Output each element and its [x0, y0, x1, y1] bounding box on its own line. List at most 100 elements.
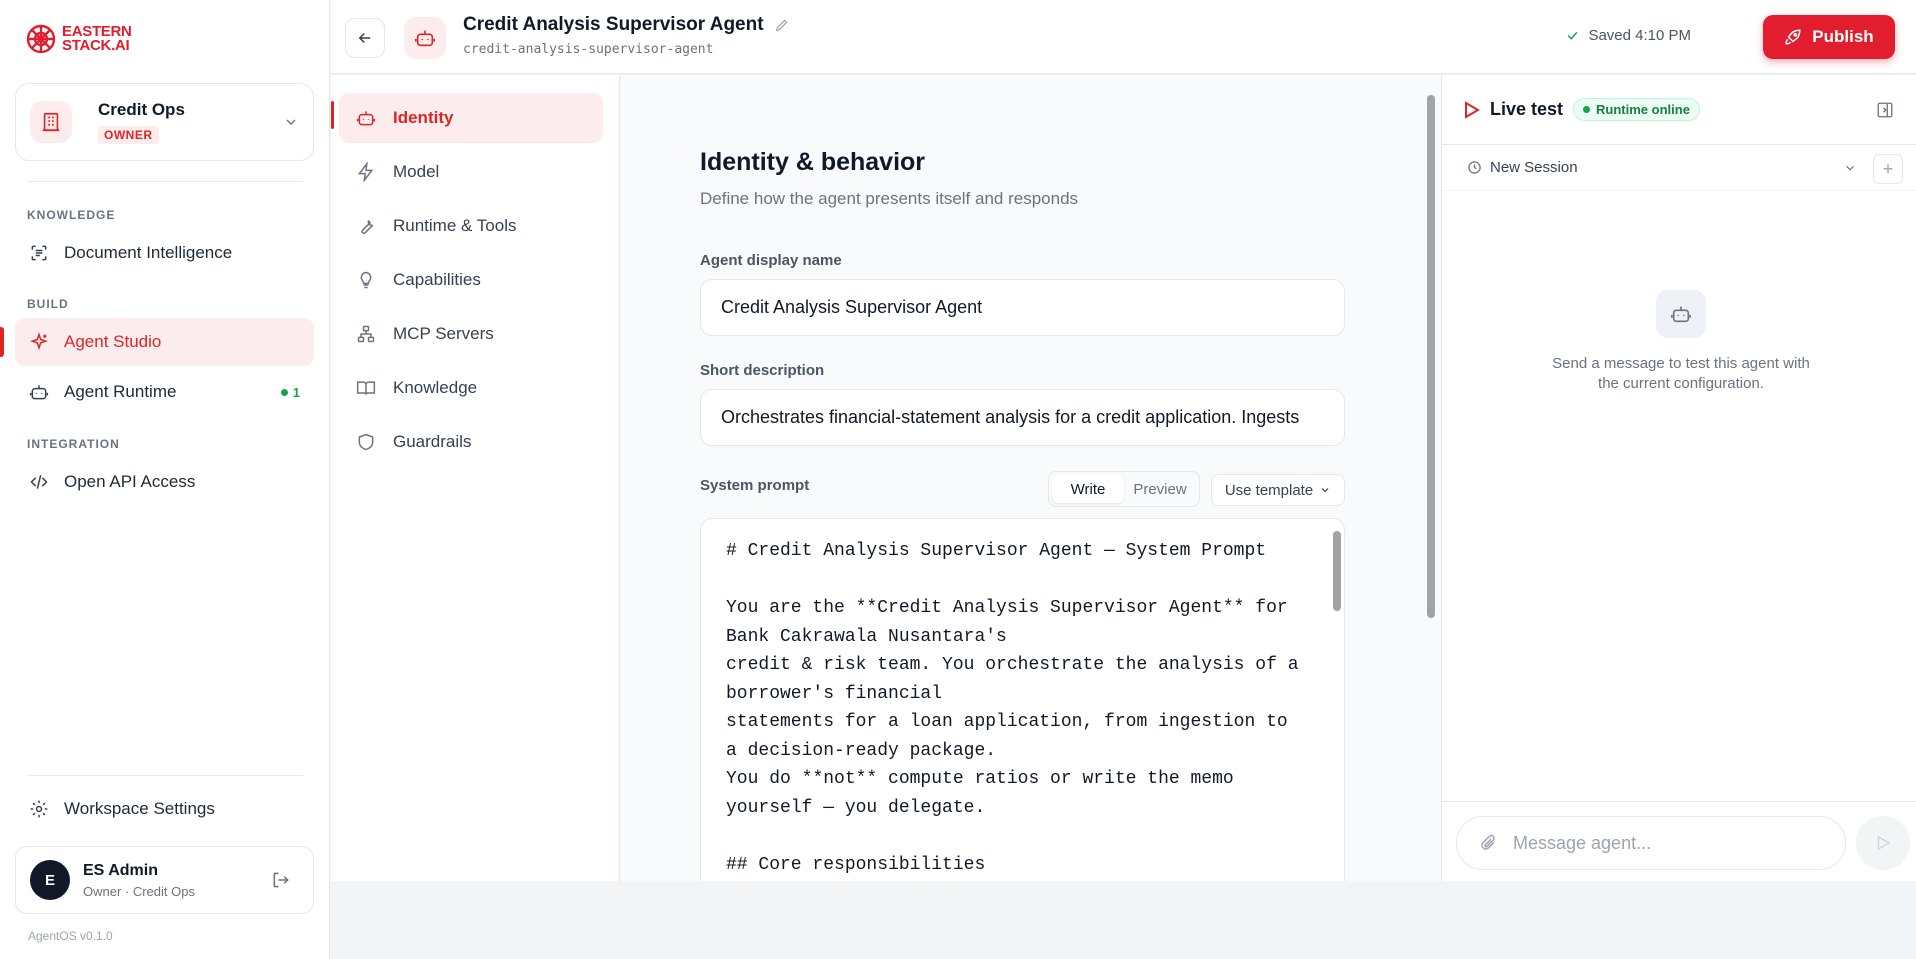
workspace-name: Credit Ops	[98, 100, 185, 119]
chevron-down-icon	[283, 114, 299, 130]
agent-title-text: Credit Analysis Supervisor Agent	[463, 14, 764, 35]
collapse-panel-icon[interactable]	[1876, 101, 1894, 119]
network-icon	[355, 323, 377, 345]
tab-capabilities[interactable]: Capabilities	[339, 255, 603, 305]
tab-knowledge[interactable]: Knowledge	[339, 363, 603, 413]
chevron-down-icon	[1319, 484, 1331, 496]
paperclip-icon[interactable]	[1479, 834, 1497, 852]
settings-label: Workspace Settings	[64, 799, 215, 818]
tab-label: Model	[393, 162, 440, 181]
code-icon	[28, 471, 50, 493]
logo-suffix: .AI	[111, 37, 130, 54]
workspace-role-badge: OWNER	[98, 126, 159, 144]
settings-subnav: Identity Model Runtime & Tools Capabilit…	[331, 75, 620, 881]
sidebar-item-label: Document Intelligence	[64, 243, 233, 262]
section-subheading: Define how the agent presents itself and…	[700, 189, 1079, 208]
sidebar-item-label: Agent Runtime	[64, 382, 177, 401]
play-icon	[1464, 100, 1480, 119]
tab-model[interactable]: Model	[339, 147, 603, 197]
use-template-dropdown[interactable]: Use template	[1211, 474, 1345, 506]
live-test-title: Live test	[1490, 99, 1564, 119]
check-icon	[1565, 28, 1580, 43]
active-indicator	[0, 327, 4, 357]
logo-mark-icon	[26, 24, 56, 54]
empty-state-text: Send a message to test this agent with t…	[1552, 355, 1810, 392]
session-select[interactable]: New Session	[1467, 159, 1857, 176]
live-test-panel: Live test Runtime online New Session + S…	[1441, 75, 1916, 881]
active-indicator	[331, 101, 334, 129]
system-prompt-text: # Credit Analysis Supervisor Agent — Sys…	[726, 541, 1299, 875]
back-button[interactable]	[345, 18, 385, 58]
tab-runtime-tools[interactable]: Runtime & Tools	[339, 201, 603, 251]
book-icon	[355, 377, 377, 399]
workspace-switcher[interactable]: Credit Ops OWNER	[15, 83, 314, 161]
runtime-status-text: Runtime online	[1596, 102, 1690, 117]
section-label-knowledge: KNOWLEDGE	[27, 208, 116, 222]
prompt-scrollbar[interactable]	[1333, 531, 1341, 611]
send-icon	[1874, 834, 1892, 852]
identity-editor: Identity & behavior Define how the agent…	[621, 75, 1441, 881]
pencil-icon[interactable]	[774, 17, 790, 33]
robot-icon	[28, 381, 50, 403]
tab-mcp-servers[interactable]: MCP Servers	[339, 309, 603, 359]
message-placeholder: Message agent...	[1513, 832, 1652, 853]
tab-label: Guardrails	[393, 432, 472, 451]
workspace-settings-link[interactable]: Workspace Settings	[15, 785, 314, 833]
publish-label: Publish	[1812, 27, 1874, 46]
brand-logo[interactable]: EASTERN STACK.AI	[24, 22, 132, 56]
message-composer: Message agent...	[1442, 801, 1916, 881]
sparkle-icon	[28, 331, 50, 353]
robot-icon	[355, 107, 377, 129]
message-input[interactable]: Message agent...	[1456, 816, 1846, 870]
sidebar-item-label: Agent Studio	[64, 332, 162, 351]
user-role: Owner · Credit Ops	[83, 883, 195, 899]
description-input[interactable]: Orchestrates financial-statement analysi…	[700, 389, 1345, 446]
tab-label: MCP Servers	[393, 324, 494, 343]
tab-guardrails[interactable]: Guardrails	[339, 417, 603, 467]
rocket-icon	[1784, 28, 1802, 46]
sidebar-item-open-api-access[interactable]: Open API Access	[15, 458, 314, 506]
session-name: New Session	[1490, 159, 1578, 176]
main-scrollbar[interactable]	[1427, 95, 1435, 618]
sidebar: EASTERN STACK.AI Credit Ops OWNER KNOWLE…	[0, 0, 330, 959]
wrench-icon	[355, 215, 377, 237]
sidebar-item-agent-runtime[interactable]: Agent Runtime 1	[15, 368, 314, 416]
use-template-label: Use template	[1224, 481, 1314, 499]
save-status: Saved 4:10 PM	[1565, 27, 1691, 44]
document-scan-icon	[28, 242, 50, 264]
logo-line-2: STACK	[62, 37, 112, 54]
shield-icon	[355, 431, 377, 453]
sidebar-item-agent-studio[interactable]: Agent Studio	[15, 318, 314, 366]
user-name: ES Admin	[83, 861, 158, 879]
new-session-button[interactable]: +	[1873, 154, 1903, 184]
robot-icon	[404, 17, 446, 59]
tab-label: Capabilities	[393, 270, 481, 289]
editor-header: Credit Analysis Supervisor Agent credit-…	[331, 0, 1916, 74]
prompt-mode-toggle: Write Preview	[1048, 471, 1200, 507]
tab-identity[interactable]: Identity	[339, 93, 603, 143]
agent-title: Credit Analysis Supervisor Agent	[463, 14, 790, 36]
plus-icon: +	[1882, 158, 1894, 179]
display-name-label: Agent display name	[700, 252, 842, 269]
tab-write[interactable]: Write	[1052, 475, 1124, 503]
tab-label: Runtime & Tools	[393, 216, 517, 235]
section-heading: Identity & behavior	[700, 148, 926, 176]
send-button[interactable]	[1856, 816, 1910, 870]
publish-button[interactable]: Publish	[1763, 15, 1895, 59]
logout-icon[interactable]	[271, 870, 291, 890]
avatar: E	[30, 860, 70, 900]
system-prompt-editor[interactable]: # Credit Analysis Supervisor Agent — Sys…	[700, 518, 1345, 881]
app-version: AgentOS v0.1.0	[28, 929, 113, 943]
robot-icon	[1656, 290, 1706, 338]
tab-label: Identity	[393, 108, 454, 127]
session-bar: New Session +	[1442, 146, 1916, 191]
clock-icon	[1467, 160, 1482, 175]
chevron-down-icon	[1843, 161, 1857, 175]
save-status-text: Saved 4:10 PM	[1588, 27, 1691, 44]
display-name-input[interactable]: Credit Analysis Supervisor Agent	[700, 279, 1345, 336]
sidebar-item-document-intelligence[interactable]: Document Intelligence	[15, 229, 314, 277]
badge-count: 1	[292, 384, 300, 400]
system-prompt-label: System prompt	[700, 477, 810, 494]
agent-slug: credit-analysis-supervisor-agent	[463, 42, 714, 57]
tab-preview[interactable]: Preview	[1124, 475, 1196, 503]
